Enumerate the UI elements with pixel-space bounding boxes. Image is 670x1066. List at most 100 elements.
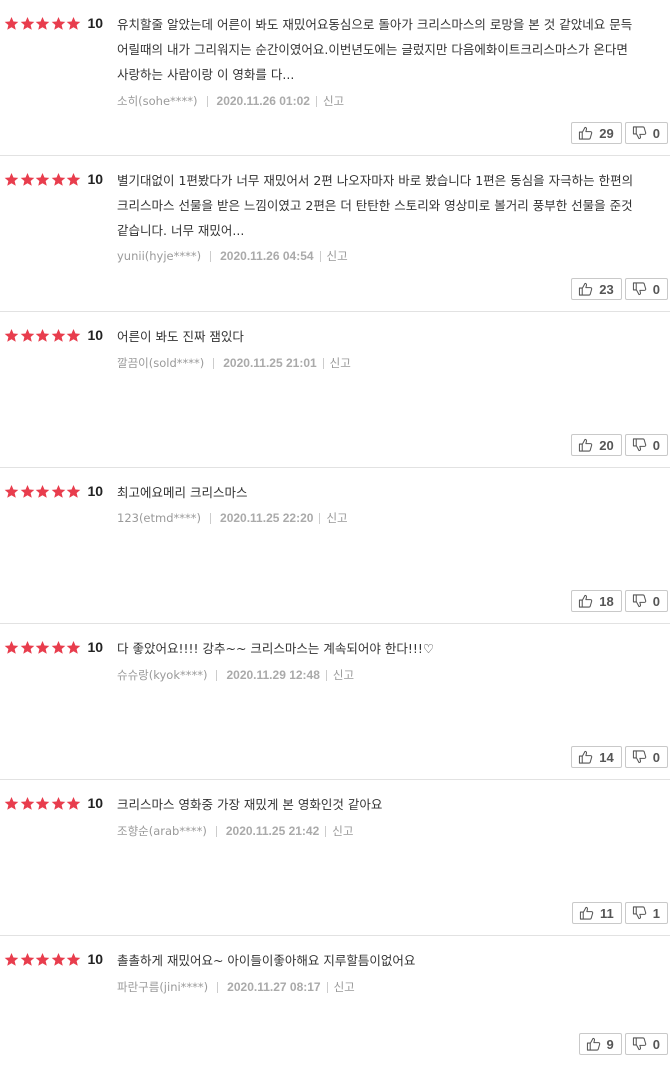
divider [213,357,215,369]
review-text: 어른이 봐도 진짜 잼있다 [117,329,244,344]
review-date: 2020.11.25 21:01 [223,356,317,370]
star-icon [4,796,19,810]
dislike-count: 0 [652,437,660,453]
rating-score: 10 [87,951,104,967]
review-item: 10 어른이 봐도 진짜 잼있다 깔끔이(sold****) 2020.11.2… [0,312,670,468]
rating-score: 10 [87,795,104,811]
dislike-count: 0 [652,1036,660,1052]
report-link[interactable]: 신고 [315,95,344,107]
star-icon [20,952,34,966]
vote-actions: 20 0 [571,434,668,456]
dislike-button[interactable]: 1 [624,902,668,924]
star-icon [20,796,34,810]
review-date: 2020.11.29 12:48 [226,668,320,682]
thumbs-down-icon [632,1037,647,1051]
reviewer-id[interactable]: 깔끔이(sold****) [117,355,204,371]
divider [206,95,208,107]
thumbs-up-icon [579,906,594,920]
review-date: 2020.11.27 08:17 [227,980,321,994]
divider [216,669,218,681]
rating-score: 10 [87,171,104,187]
like-count: 20 [599,437,614,453]
thumbs-up-icon [579,594,593,608]
thumbs-up-icon [579,438,593,452]
vote-actions: 14 0 [571,746,668,768]
reviewer-id[interactable]: 슈슈랑(kyok****) [117,667,207,683]
dislike-button[interactable]: 0 [624,1033,668,1055]
report-link[interactable]: 신고 [319,512,348,524]
review-date: 2020.11.25 21:42 [225,824,320,838]
review-body: 별기대없이 1편봤다가 너무 재밌어서 2편 나오자마자 바로 봤습니다 1편은… [117,168,662,263]
star-icon [4,484,19,498]
vote-actions: 29 0 [571,122,668,144]
review-date: 2020.11.26 04:54 [220,249,314,263]
thumbs-down-icon [632,594,647,608]
dislike-button[interactable]: 0 [624,590,668,612]
like-button[interactable]: 9 [578,1033,622,1055]
review-body: 다 좋았어요!!!! 강추~~ 크리스마스는 계속되어야 한다!!!♡ 슈슈랑(… [117,636,662,683]
star-icon [51,796,65,810]
star-icon [66,16,81,30]
star-rating [4,16,82,31]
star-icon [66,484,81,498]
report-link[interactable]: 신고 [326,981,355,993]
report-link[interactable]: 신고 [325,669,354,681]
star-rating [4,172,82,187]
divider [217,981,219,993]
review-text: 크리스마스 영화중 가장 재밌게 본 영화인것 같아요 [117,797,383,812]
review-body: 크리스마스 영화중 가장 재밌게 본 영화인것 같아요 조향순(arab****… [117,792,662,839]
vote-actions: 9 0 [578,1033,668,1055]
review-text: 별기대없이 1편봤다가 너무 재밌어서 2편 나오자마자 바로 봤습니다 1편은… [117,173,634,238]
like-button[interactable]: 23 [571,278,622,300]
review-meta: 소히(sohe****) 2020.11.26 01:02 신고 [117,93,662,109]
star-rating [4,952,82,967]
reviewer-id[interactable]: 소히(sohe****) [117,93,198,109]
like-count: 14 [599,749,614,765]
dislike-button[interactable]: 0 [624,434,668,456]
like-button[interactable]: 14 [571,746,622,768]
star-icon [35,952,50,966]
reviewer-id[interactable]: yunii(hyje****) [117,249,201,263]
star-icon [51,328,65,342]
star-icon [66,640,81,654]
thumbs-down-icon [632,438,647,452]
dislike-count: 0 [652,593,660,609]
like-button[interactable]: 18 [571,590,622,612]
rating-score: 10 [87,639,104,655]
like-button[interactable]: 20 [571,434,622,456]
review-text: 유치할줄 알았는데 어른이 봐도 재밌어요동심으로 돌아가 크리스마스의 로망을… [117,17,633,82]
divider [210,250,212,262]
review-item: 10 유치할줄 알았는데 어른이 봐도 재밌어요동심으로 돌아가 크리스마스의 … [0,0,670,156]
vote-actions: 23 0 [571,278,668,300]
dislike-count: 0 [652,281,660,297]
report-link[interactable]: 신고 [325,825,353,837]
reviewer-id[interactable]: 123(etmd****) [117,511,201,525]
review-meta: 조향순(arab****) 2020.11.25 21:42 신고 [117,823,662,839]
star-icon [51,484,65,498]
thumbs-down-icon [632,126,647,140]
dislike-count: 0 [652,749,660,765]
review-list: 10 유치할줄 알았는데 어른이 봐도 재밌어요동심으로 돌아가 크리스마스의 … [0,0,670,1066]
like-count: 23 [599,281,614,297]
star-icon [20,16,34,30]
like-count: 18 [599,593,614,609]
like-button[interactable]: 29 [571,122,622,144]
like-button[interactable]: 11 [572,902,622,924]
dislike-button[interactable]: 0 [624,278,668,300]
like-count: 9 [606,1036,614,1052]
rating-score: 10 [87,327,104,343]
star-icon [66,952,81,966]
rating: 10 [4,171,103,187]
rating: 10 [4,639,103,655]
report-link[interactable]: 신고 [322,357,351,369]
review-item: 10 최고에요메리 크리스마스 123(etmd****) 2020.11.25… [0,468,670,624]
report-link[interactable]: 신고 [319,250,348,262]
dislike-count: 0 [652,125,660,141]
like-count: 11 [600,905,614,921]
reviewer-id[interactable]: 조향순(arab****) [117,823,207,839]
dislike-button[interactable]: 0 [624,746,668,768]
review-date: 2020.11.26 01:02 [216,94,310,108]
reviewer-id[interactable]: 파란구름(jini****) [117,979,208,995]
dislike-button[interactable]: 0 [624,122,668,144]
review-item: 10 다 좋았어요!!!! 강추~~ 크리스마스는 계속되어야 한다!!!♡ 슈… [0,624,670,780]
